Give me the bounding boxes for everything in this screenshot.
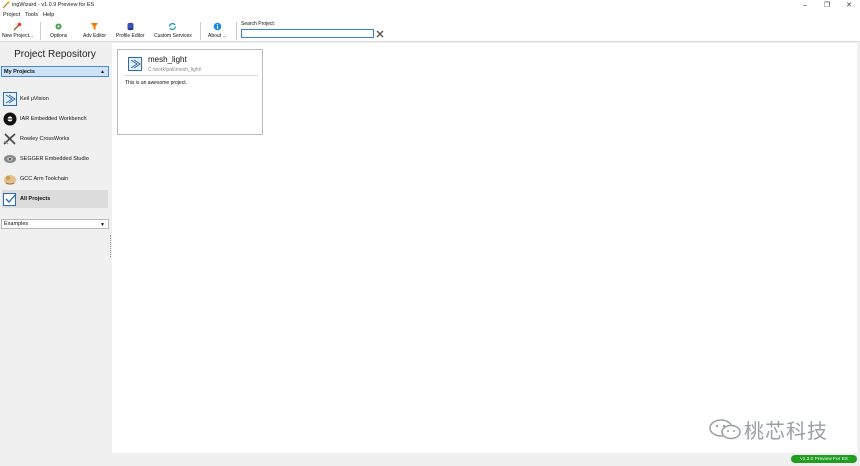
project-path: C:\work\pak\mesh_light\ xyxy=(148,67,202,73)
segger-icon xyxy=(3,152,17,166)
search-input[interactable] xyxy=(241,29,374,38)
project-description: This is an awesome project. xyxy=(125,80,187,86)
watermark-text: 桃芯科技 xyxy=(744,419,828,443)
menu-tools[interactable]: Tools xyxy=(25,12,38,18)
status-bar: v1.3.0 Preview For ES xyxy=(0,453,860,466)
custom-services-icon xyxy=(168,22,177,31)
profile-editor-button[interactable]: Profile Editor xyxy=(116,20,145,41)
sidebar-title: Project Repository xyxy=(14,49,96,60)
project-grid: mesh_light C:\work\pak\mesh_light\ This … xyxy=(112,43,857,453)
sidebar-item-iar[interactable]: IAR Embedded Workbench xyxy=(2,110,108,128)
options-icon xyxy=(54,22,63,31)
adv-editor-icon xyxy=(90,22,99,31)
chevron-up-icon: ▲ xyxy=(100,69,105,75)
iar-icon xyxy=(3,112,17,126)
new-project-icon xyxy=(13,22,22,31)
project-name: mesh_light xyxy=(148,55,187,64)
sidebar-item-segger[interactable]: SEGGER Embedded Studio xyxy=(2,150,108,168)
watermark: 桃芯科技 xyxy=(708,415,828,444)
menu-help[interactable]: Help xyxy=(43,12,54,18)
toolbar-separator xyxy=(200,22,201,40)
sidebar-item-gcc[interactable]: GCC Arm Toolchain xyxy=(2,170,108,188)
minimize-button[interactable]: – xyxy=(794,0,816,10)
new-project-button[interactable]: New Project... xyxy=(2,20,33,41)
search-label: Search Project: xyxy=(241,21,276,27)
toolbar-separator xyxy=(236,22,237,40)
profile-editor-icon xyxy=(126,22,135,31)
gcc-icon xyxy=(3,172,17,186)
wand-icon xyxy=(2,1,10,9)
project-card[interactable]: mesh_light C:\work\pak\mesh_light\ This … xyxy=(117,49,263,135)
sidebar: Project Repository My Projects ▲ Keil µV… xyxy=(0,43,110,466)
wechat-icon xyxy=(708,418,744,442)
menu-project[interactable]: Project xyxy=(3,12,20,18)
all-projects-icon xyxy=(3,192,17,206)
card-divider xyxy=(124,75,258,76)
version-badge: v1.3.0 Preview For ES xyxy=(791,455,857,463)
keil-icon xyxy=(128,57,142,71)
info-icon xyxy=(213,22,222,31)
custom-services-button[interactable]: Custom Services xyxy=(154,20,192,41)
toolbar: New Project... Options Adv Editor Profil… xyxy=(0,19,860,42)
close-button[interactable]: ✕ xyxy=(838,0,860,10)
adv-editor-button[interactable]: Adv Editor xyxy=(83,20,106,41)
sidebar-item-keil[interactable]: Keil µVision xyxy=(2,90,108,108)
title-bar: ingWizard - v1.0.9 Preview for ES – ❐ ✕ xyxy=(0,0,860,10)
menu-bar: Project Tools Help xyxy=(0,10,860,19)
examples-select[interactable]: Examples ▼ xyxy=(1,219,109,229)
keil-icon xyxy=(3,92,17,106)
restore-button[interactable]: ❐ xyxy=(816,0,838,10)
options-button[interactable]: Options xyxy=(50,20,67,41)
rowley-icon xyxy=(3,132,17,146)
my-projects-select[interactable]: My Projects ▲ xyxy=(1,66,109,77)
sidebar-item-rowley[interactable]: Rowley CrossWorks xyxy=(2,130,108,148)
sidebar-item-all-projects[interactable]: All Projects xyxy=(2,190,108,208)
about-button[interactable]: About ... xyxy=(208,20,227,41)
toolbar-separator xyxy=(40,22,41,40)
clear-search-icon[interactable] xyxy=(375,29,385,38)
chevron-down-icon: ▼ xyxy=(100,222,105,228)
window-controls: – ❐ ✕ xyxy=(794,0,860,10)
window-title: ingWizard - v1.0.9 Preview for ES xyxy=(12,2,95,8)
